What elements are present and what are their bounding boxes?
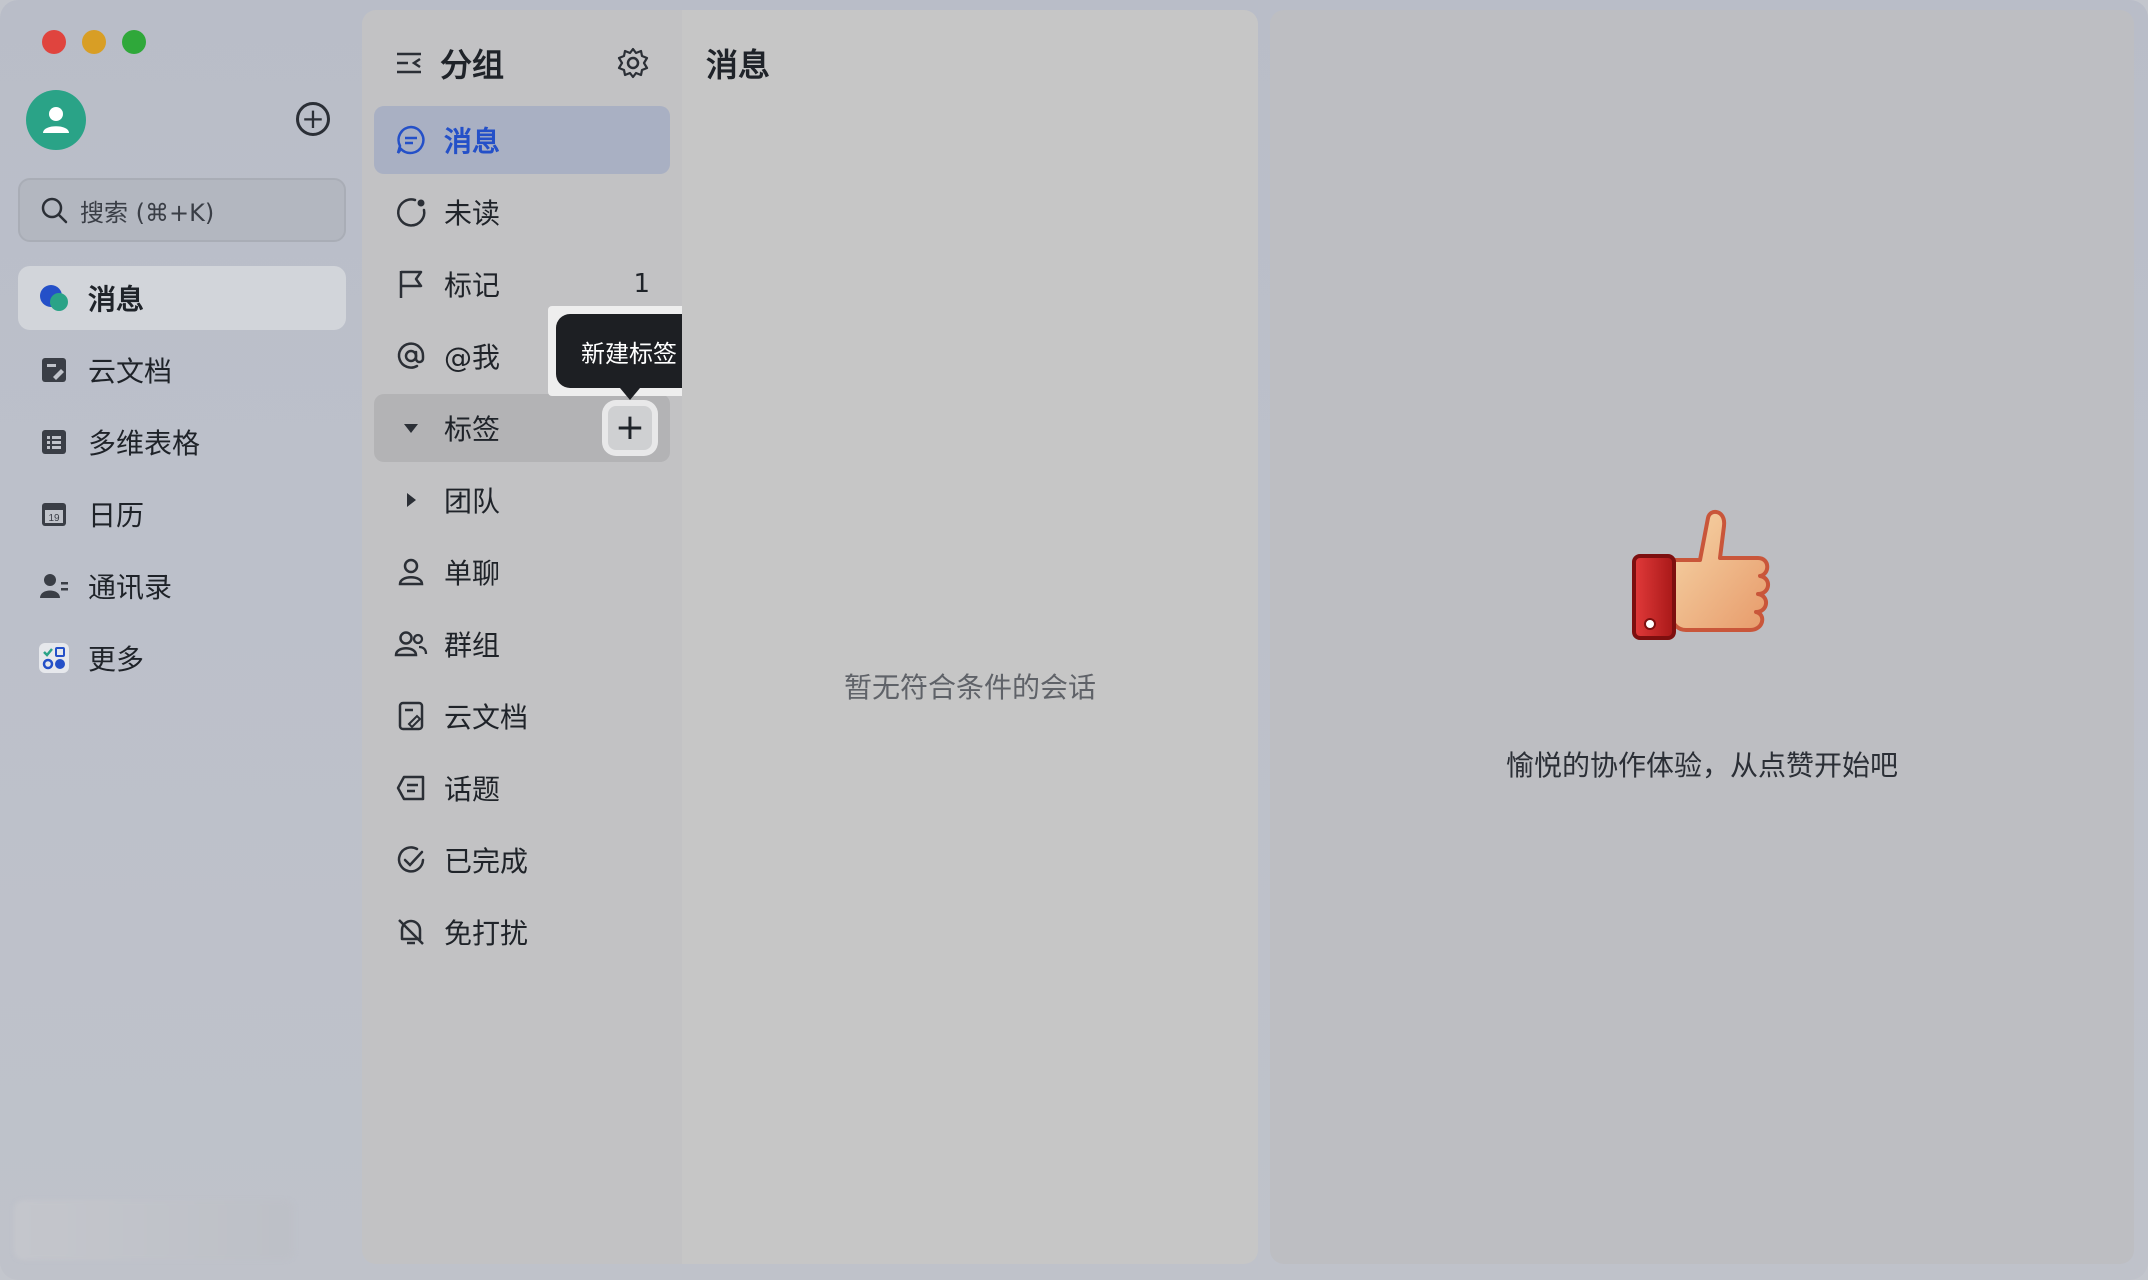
group-item-label: 消息 [444, 125, 501, 158]
group-item-teams[interactable]: 团队 [374, 466, 670, 534]
empty-state-text: 暂无符合条件的会话 [843, 671, 1096, 704]
empty-caption: 愉悦的协作体验，从点赞开始吧 [1505, 749, 1898, 782]
app-window: + 搜索 (⌘+K) 消息 云文档 多维表格 19 日历 通讯录 更多 分组 消… [0, 0, 2148, 1280]
group-item-label: 话题 [444, 773, 501, 806]
group-item-topics[interactable]: 话题 [374, 754, 670, 822]
group-item-label: 云文档 [444, 701, 529, 734]
left-sidebar: + 搜索 (⌘+K) 消息 云文档 多维表格 19 日历 通讯录 更多 [0, 0, 360, 1280]
unread-icon [394, 195, 428, 229]
mute-icon [394, 915, 428, 949]
flag-icon [394, 267, 428, 301]
search-icon [41, 197, 68, 224]
search-box[interactable]: 搜索 (⌘+K) [18, 178, 346, 242]
detail-panel: 愉悦的协作体验，从点赞开始吧 [1270, 10, 2134, 1264]
collapse-panel-icon[interactable] [394, 48, 424, 78]
group-panel-title: 分组 [440, 46, 505, 84]
group-item-label: 标记 [444, 269, 501, 302]
group-item-label: 已完成 [444, 845, 529, 878]
group-item-direct-chats[interactable]: 单聊 [374, 538, 670, 606]
message-panel-title: 消息 [706, 46, 771, 84]
message-list-panel: 消息 暂无符合条件的会话 [682, 10, 1258, 1264]
minimize-window-button[interactable] [82, 30, 106, 54]
topic-icon [394, 771, 428, 805]
group-item-muted[interactable]: 免打扰 [374, 898, 670, 966]
create-button[interactable]: + [296, 102, 330, 136]
new-tag-tooltip: 新建标签 [556, 314, 702, 400]
group-item-label: 未读 [444, 197, 501, 230]
group-item-docs[interactable]: 云文档 [374, 682, 670, 750]
sidebar-item-label: 云文档 [88, 355, 173, 388]
done-icon [394, 843, 428, 877]
zoom-window-button[interactable] [122, 30, 146, 54]
group-item-tags[interactable]: 标签 + [374, 394, 670, 462]
sidebar-item-more[interactable]: 更多 [18, 626, 346, 690]
doc-icon [394, 699, 428, 733]
more-apps-icon [38, 642, 70, 674]
group-item-label: 单聊 [444, 557, 501, 590]
group-item-done[interactable]: 已完成 [374, 826, 670, 894]
at-icon [394, 339, 428, 373]
sidebar-item-messages[interactable]: 消息 [18, 266, 346, 330]
flag-count: 1 [633, 269, 650, 299]
plus-icon: + [614, 407, 646, 448]
group-item-label: 群组 [444, 629, 501, 662]
gear-icon[interactable] [616, 46, 650, 80]
group-list: 消息 未读 标记 1 @我 标签 + 团队 单聊 群组 云文档 话题 已完成 免… [374, 106, 670, 970]
calendar-day: 19 [48, 513, 60, 524]
person-icon [394, 555, 428, 589]
sidebar-item-label: 通讯录 [88, 571, 173, 604]
search-placeholder: 搜索 (⌘+K) [80, 198, 215, 227]
table-icon [38, 426, 70, 458]
sidebar-item-calendar[interactable]: 19 日历 [18, 482, 346, 546]
sidebar-item-label: 多维表格 [88, 427, 201, 460]
group-item-label: 免打扰 [444, 917, 529, 950]
group-item-label: 标签 [444, 413, 501, 446]
sidebar-item-cloud-docs[interactable]: 云文档 [18, 338, 346, 402]
caret-right-icon [394, 483, 428, 517]
calendar-icon: 19 [38, 498, 70, 530]
sidebar-item-base[interactable]: 多维表格 [18, 410, 346, 474]
close-window-button[interactable] [42, 30, 66, 54]
group-item-label: 团队 [444, 485, 501, 518]
plus-icon: + [301, 102, 325, 135]
chat-bubbles-icon [38, 282, 70, 314]
sidebar-item-contacts[interactable]: 通讯录 [18, 554, 346, 618]
cloud-doc-icon [38, 354, 70, 386]
group-header: 分组 [394, 40, 504, 86]
message-icon [394, 123, 428, 157]
avatar[interactable] [26, 90, 86, 150]
sidebar-item-label: 消息 [88, 283, 145, 316]
caret-down-icon [394, 411, 428, 445]
group-item-messages[interactable]: 消息 [374, 106, 670, 174]
sidebar-item-label: 更多 [88, 643, 145, 676]
window-controls [42, 30, 146, 54]
new-tag-button[interactable]: + [608, 406, 652, 450]
group-item-groups[interactable]: 群组 [374, 610, 670, 678]
group-panel: 分组 消息 未读 标记 1 @我 标签 + 团队 单聊 群组 云文档 话题 已完… [362, 10, 682, 1264]
group-item-unread[interactable]: 未读 [374, 178, 670, 246]
sidebar-nav: 消息 云文档 多维表格 19 日历 通讯录 更多 [18, 266, 346, 698]
user-icon [43, 107, 69, 133]
contacts-icon [38, 570, 70, 602]
thumbs-up-icon [1632, 509, 1770, 640]
group-icon [394, 627, 428, 661]
sidebar-item-label: 日历 [88, 499, 145, 532]
blurred-account-area [14, 1200, 294, 1260]
group-item-label: @我 [444, 341, 501, 374]
